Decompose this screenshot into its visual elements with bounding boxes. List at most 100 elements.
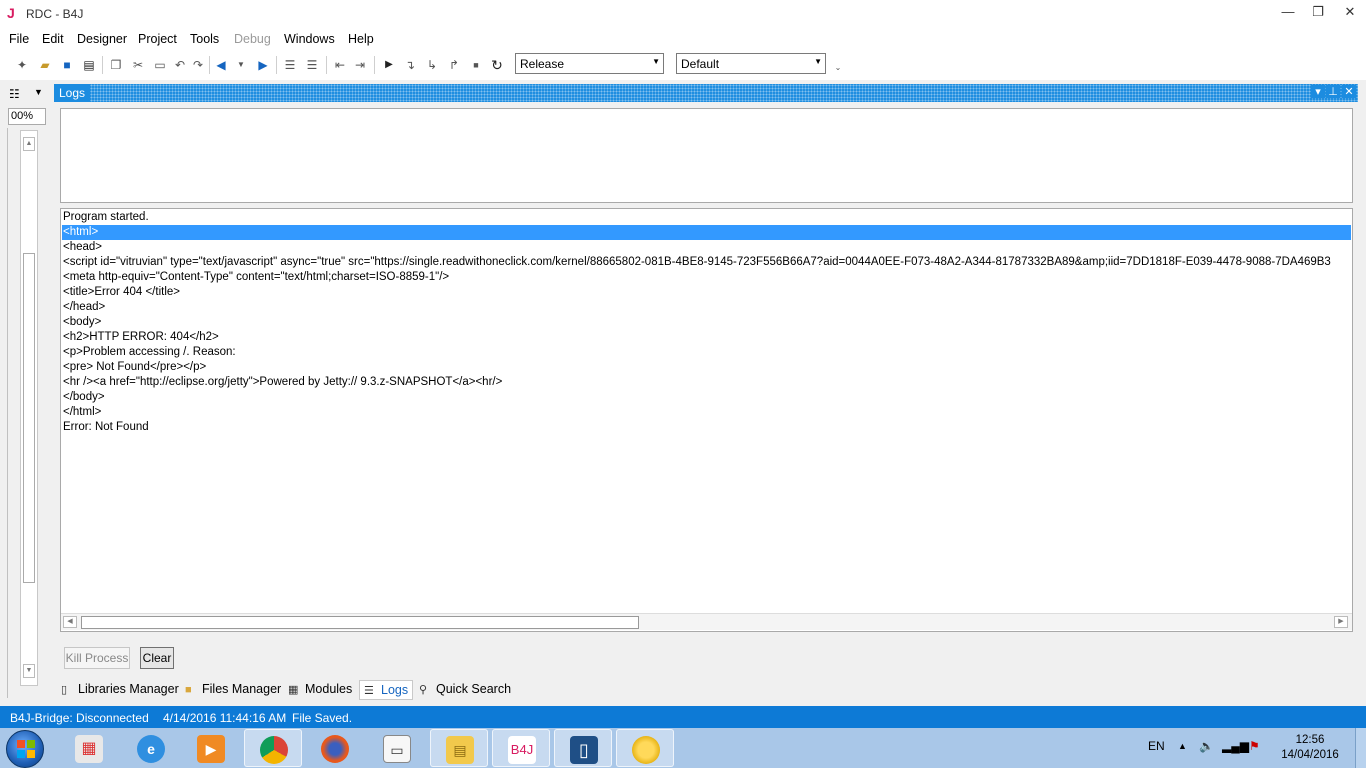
log-line[interactable]: Program started. <box>62 210 149 225</box>
tab-libraries-manager[interactable]: ▯ Libraries Manager <box>57 680 183 700</box>
cut-icon[interactable]: ✂ <box>130 57 146 73</box>
log-line[interactable]: </html> <box>62 405 101 420</box>
clock-date: 14/04/2016 <box>1281 749 1339 761</box>
menu-project[interactable]: Project <box>138 32 177 46</box>
log-line[interactable]: <pre> Not Found</pre></p> <box>62 360 206 375</box>
tab-modules[interactable]: ▦ Modules <box>284 680 356 700</box>
clear-button[interactable]: Clear <box>140 647 174 669</box>
panel-dropdown-icon[interactable]: ▼ <box>34 87 43 97</box>
close-icon[interactable]: ✕ <box>1342 85 1356 98</box>
kill-process-button[interactable]: Kill Process <box>64 647 130 669</box>
zoom-field[interactable]: 00% <box>8 108 46 125</box>
log-line[interactable]: <body> <box>62 315 101 330</box>
save-all-icon[interactable]: ▤ <box>81 57 97 73</box>
menu-designer[interactable]: Designer <box>77 32 127 46</box>
scroll-down-icon[interactable]: ▼ <box>23 664 35 678</box>
copy-icon[interactable]: ❐ <box>108 57 124 73</box>
step-out-icon[interactable]: ↱ <box>446 57 462 73</box>
taskbar-b4j[interactable]: B4J <box>492 729 550 767</box>
panel-menu-icon[interactable]: ▾ <box>1311 85 1325 98</box>
log-line[interactable]: </head> <box>62 300 105 315</box>
new-file-icon[interactable]: ✦ <box>14 57 30 73</box>
maximize-button[interactable]: ❐ <box>1303 4 1333 22</box>
windows-taskbar: ▦ e ▶ ▭ ▤ B4J ▯ EN ▲ 🔈 ▂▄▆ ⚑ 12:56 14/04… <box>0 728 1366 768</box>
log-output[interactable]: Program started. <html> <head> <script i… <box>60 208 1353 632</box>
taskbar-internet-explorer[interactable]: e <box>122 729 180 767</box>
tab-quick-search[interactable]: ⚲ Quick Search <box>415 680 515 700</box>
menu-file[interactable]: File <box>9 32 29 46</box>
scroll-up-icon[interactable]: ▲ <box>23 137 35 151</box>
scrollbar-thumb[interactable] <box>81 616 639 629</box>
network-signal-icon[interactable]: ▂▄▆ <box>1222 739 1249 753</box>
navigate-forward-icon[interactable]: ▶ <box>255 57 271 73</box>
volume-icon[interactable]: 🔈 <box>1199 739 1214 753</box>
log-line[interactable]: <hr /><a href="http://eclipse.org/jetty"… <box>62 375 502 390</box>
stop-icon[interactable]: ■ <box>468 57 484 73</box>
properties-icon[interactable]: ☷ <box>9 87 27 103</box>
log-filter-area[interactable] <box>60 108 1353 203</box>
redo-icon[interactable]: ↷ <box>190 57 206 73</box>
clock-time: 12:56 <box>1295 734 1325 746</box>
pin-icon[interactable]: ⊥ <box>1326 85 1340 98</box>
navigate-back-icon[interactable]: ◀ <box>213 57 229 73</box>
windows-logo-icon <box>17 740 35 758</box>
log-line[interactable]: <title>Error 404 </title> <box>62 285 180 300</box>
save-icon[interactable]: ■ <box>59 57 75 73</box>
menu-windows[interactable]: Windows <box>284 32 335 46</box>
taskbar-window[interactable]: ▭ <box>368 729 426 767</box>
log-line[interactable]: <meta http-equiv="Content-Type" content=… <box>62 270 449 285</box>
comment-block-icon[interactable]: ☰ <box>282 57 298 73</box>
toolbar-overflow-icon[interactable]: ⌄ <box>830 60 846 76</box>
language-indicator[interactable]: EN <box>1148 739 1165 753</box>
uncomment-block-icon[interactable]: ☰ <box>304 57 320 73</box>
toolbar-separator <box>326 56 327 74</box>
undo-icon[interactable]: ↶ <box>172 57 188 73</box>
close-button[interactable]: ✕ <box>1335 4 1365 22</box>
clock[interactable]: 12:56 14/04/2016 <box>1280 733 1340 763</box>
taskbar-file-explorer[interactable]: ▤ <box>430 729 488 767</box>
navigate-dropdown-icon[interactable]: ▼ <box>233 57 249 73</box>
taskbar-chrome[interactable] <box>244 729 302 767</box>
taskbar-user-app[interactable] <box>616 729 674 767</box>
tray-expand-icon[interactable]: ▲ <box>1178 741 1187 751</box>
start-button[interactable] <box>6 730 44 768</box>
menu-debug[interactable]: Debug <box>234 32 271 46</box>
log-line[interactable]: <head> <box>62 240 102 255</box>
log-line-selected[interactable]: <html> <box>62 225 1351 240</box>
step-over-icon[interactable]: ↳ <box>424 57 440 73</box>
menu-edit[interactable]: Edit <box>42 32 64 46</box>
tab-files-manager[interactable]: ■ Files Manager <box>181 680 285 700</box>
log-line[interactable]: </body> <box>62 390 105 405</box>
vertical-scrollbar[interactable]: ▲ ▼ <box>20 130 38 686</box>
media-player-icon: ▶ <box>197 735 225 763</box>
left-panel: ☷ ▼ 00% ▲ ▼ <box>0 84 52 704</box>
build-config-select[interactable]: Release ▼ <box>515 53 664 74</box>
taskbar-app-grid[interactable]: ▦ <box>60 729 118 767</box>
tab-logs[interactable]: ☰ Logs <box>359 680 414 700</box>
scroll-left-icon[interactable]: ◀ <box>63 616 77 628</box>
minimize-button[interactable]: — <box>1273 4 1303 22</box>
paste-icon[interactable]: ▭ <box>152 57 168 73</box>
open-folder-icon[interactable]: ▰ <box>37 57 53 73</box>
taskbar-media-player[interactable]: ▶ <box>182 729 240 767</box>
restart-icon[interactable]: ↻ <box>489 57 505 73</box>
menu-tools[interactable]: Tools <box>190 32 219 46</box>
taskbar-bracket-app[interactable]: ▯ <box>554 729 612 767</box>
indent-icon[interactable]: ⇥ <box>352 57 368 73</box>
build-target-select[interactable]: Default ▼ <box>676 53 826 74</box>
log-line[interactable]: <h2>HTTP ERROR: 404</h2> <box>62 330 219 345</box>
scroll-right-icon[interactable]: ▶ <box>1334 616 1348 628</box>
show-desktop-button[interactable] <box>1355 728 1366 768</box>
menu-help[interactable]: Help <box>348 32 374 46</box>
taskbar-firefox[interactable] <box>306 729 364 767</box>
log-line[interactable]: Error: Not Found <box>62 420 149 435</box>
log-line[interactable]: <script id="vitruvian" type="text/javasc… <box>62 255 1331 270</box>
scrollbar-thumb[interactable] <box>23 253 35 583</box>
log-line[interactable]: <p>Problem accessing /. Reason: <box>62 345 236 360</box>
action-center-icon[interactable]: ⚑ <box>1249 739 1260 753</box>
run-icon[interactable]: ▶ <box>381 57 397 73</box>
outdent-icon[interactable]: ⇤ <box>332 57 348 73</box>
horizontal-scrollbar[interactable]: ◀ ▶ <box>61 613 1352 630</box>
chevron-down-icon: ▼ <box>814 57 822 66</box>
step-into-icon[interactable]: ↴ <box>402 57 418 73</box>
